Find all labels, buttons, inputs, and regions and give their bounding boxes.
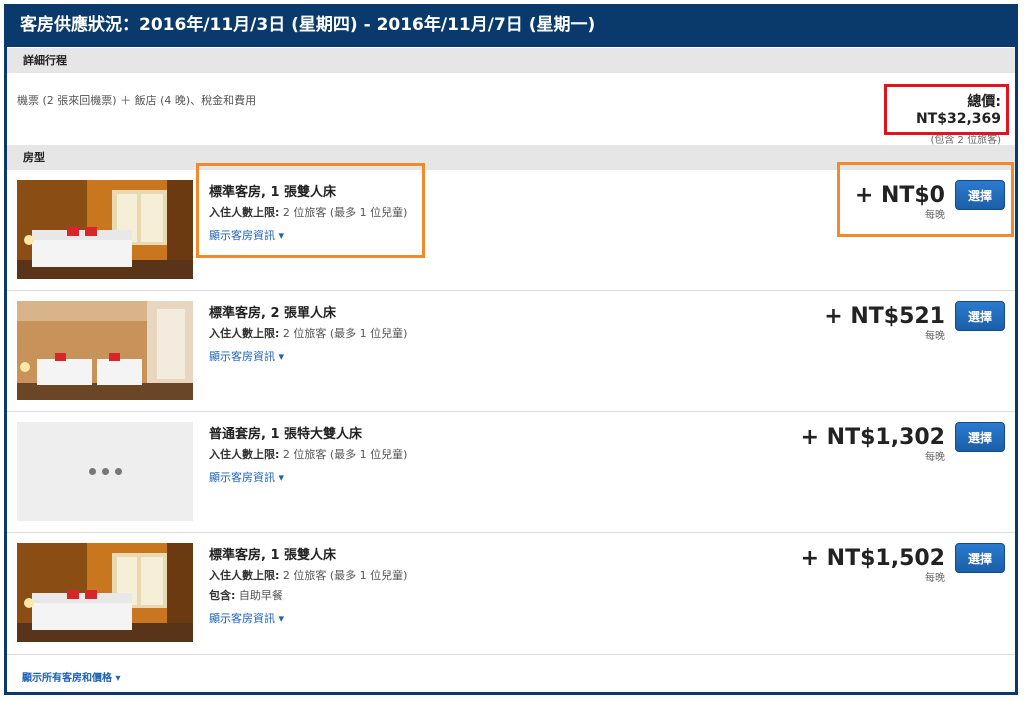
room-price: + NT$1,502 每晚 — [801, 546, 945, 584]
room-info: 標準客房, 2 張單人床 入住人數上限: 2 位旅客 (最多 1 位兒童) 顯示… — [209, 302, 407, 364]
capacity-value: 2 位旅客 (最多 1 位兒童) — [279, 569, 408, 582]
show-room-info-link[interactable]: 顯示客房資訊 ▾ — [209, 469, 407, 485]
room-photo — [17, 180, 193, 279]
room-photo — [17, 301, 193, 400]
room-name: 標準客房, 2 張單人床 — [209, 306, 337, 321]
show-room-info-link[interactable]: 顯示客房資訊 ▾ — [209, 610, 407, 626]
room-price: + NT$521 每晚 — [824, 304, 945, 342]
total-price-note: (包含 2 位旅客) — [930, 135, 1001, 146]
room-row: 標準客房, 2 張單人床 入住人數上限: 2 位旅客 (最多 1 位兒童) 顯示… — [7, 291, 1015, 412]
select-room-button[interactable]: 選擇 — [955, 301, 1005, 331]
loading-dot-icon — [88, 468, 96, 475]
inclusions-label: 包含: — [209, 589, 236, 602]
price-value: + NT$521 — [824, 304, 945, 329]
loading-dot-icon — [114, 468, 122, 475]
per-night-label: 每晚 — [925, 331, 945, 342]
total-price-box: 總價: NT$32,369 (包含 2 位旅客) — [884, 84, 1009, 146]
show-all-rooms-link[interactable]: 顯示所有客房和價格 ▾ — [22, 669, 121, 684]
capacity-label: 入住人數上限: — [209, 448, 280, 461]
room-name: 普通套房, 1 張特大雙人床 — [209, 427, 363, 442]
image-placeholder — [17, 422, 193, 521]
itinerary-section-bar: 詳細行程 — [7, 48, 1015, 73]
price-value: + NT$1,502 — [800, 546, 945, 571]
capacity-label: 入住人數上限: — [209, 569, 280, 582]
room-inclusions: 包含: 自助早餐 — [209, 587, 407, 603]
room-info-highlight — [196, 163, 425, 258]
room-capacity: 入住人數上限: 2 位旅客 (最多 1 位兒童) — [209, 567, 407, 583]
room-info: 普通套房, 1 張特大雙人床 入住人數上限: 2 位旅客 (最多 1 位兒童) … — [209, 423, 407, 485]
room-row: 普通套房, 1 張特大雙人床 入住人數上限: 2 位旅客 (最多 1 位兒童) … — [7, 412, 1015, 533]
capacity-label: 入住人數上限: — [209, 327, 280, 340]
room-name: 標準客房, 1 張雙人床 — [209, 548, 337, 563]
room-photo — [17, 543, 193, 642]
itinerary-description: 機票 (2 張來回機票) ＋ 飯店 (4 晚)、稅金和費用 — [17, 94, 257, 107]
capacity-value: 2 位旅客 (最多 1 位兒童) — [279, 448, 408, 461]
total-price: 總價: NT$32,369 — [915, 94, 1001, 127]
per-night-label: 每晚 — [925, 573, 945, 584]
loading-dot-icon — [101, 468, 109, 475]
price-value: + NT$1,302 — [800, 425, 945, 450]
room-price: + NT$1,302 每晚 — [801, 425, 945, 463]
room-info: 標準客房, 1 張雙人床 入住人數上限: 2 位旅客 (最多 1 位兒童) 包含… — [209, 544, 407, 626]
select-room-button[interactable]: 選擇 — [955, 422, 1005, 452]
room-capacity: 入住人數上限: 2 位旅客 (最多 1 位兒童) — [209, 325, 407, 341]
show-room-info-link[interactable]: 顯示客房資訊 ▾ — [209, 348, 407, 364]
room-capacity: 入住人數上限: 2 位旅客 (最多 1 位兒童) — [209, 446, 407, 462]
inclusions-value: 自助早餐 — [235, 589, 283, 602]
page-title: 客房供應狀況：2016年/11月/3日 (星期四) - 2016年/11月/7日… — [4, 4, 1018, 47]
room-row: 標準客房, 1 張雙人床 入住人數上限: 2 位旅客 (最多 1 位兒童) 包含… — [7, 533, 1015, 655]
price-highlight — [837, 162, 1014, 237]
capacity-value: 2 位旅客 (最多 1 位兒童) — [279, 327, 408, 340]
per-night-label: 每晚 — [925, 452, 945, 463]
select-room-button[interactable]: 選擇 — [955, 543, 1005, 573]
